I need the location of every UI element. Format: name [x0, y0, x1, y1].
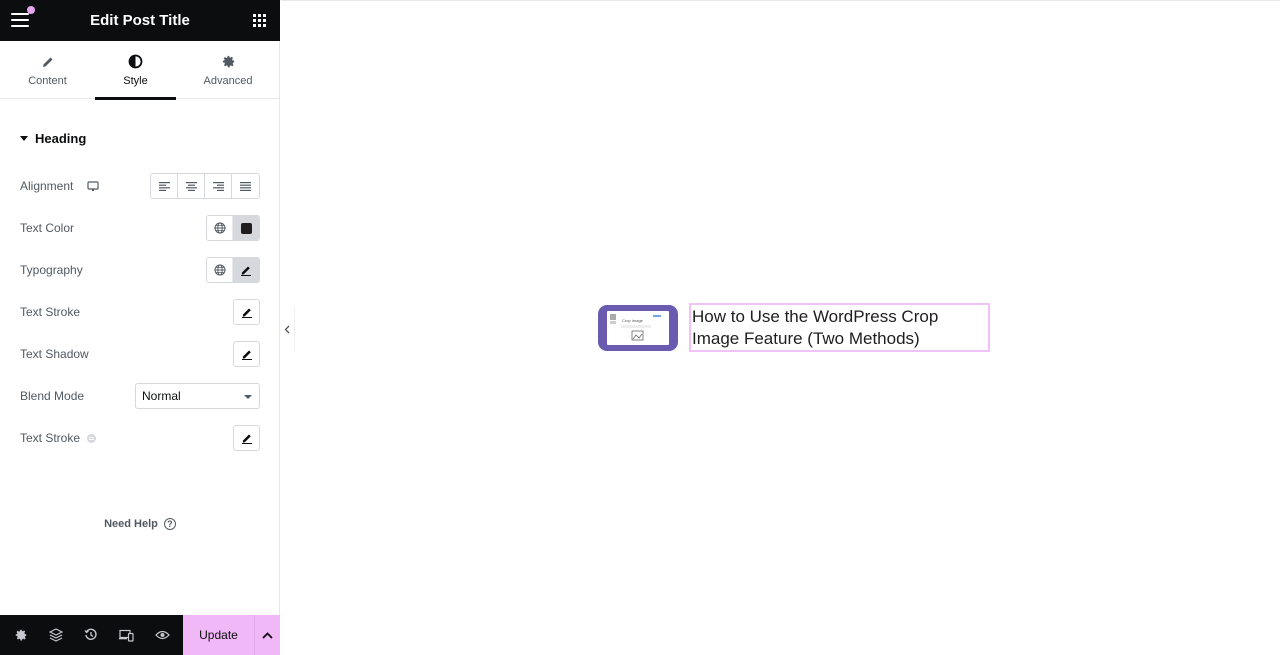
text-stroke-label: Text Stroke [20, 305, 81, 319]
pencil-icon [241, 434, 252, 444]
desktop-icon[interactable] [87, 180, 99, 192]
global-typography-button[interactable] [207, 258, 233, 282]
update-button[interactable]: Update [183, 615, 255, 655]
align-center-button[interactable] [178, 174, 205, 198]
need-help-link[interactable]: Need Help ? [0, 518, 280, 530]
blend-mode-control: Blend Mode Normal [20, 382, 260, 410]
panel-tabs: Content Style Advanced [0, 41, 280, 100]
align-right-button[interactable] [205, 174, 232, 198]
need-help-label: Need Help [104, 518, 158, 530]
panel-footer: Update [0, 615, 280, 655]
caret-down-icon [20, 136, 28, 141]
post-title-widget[interactable]: How to Use the WordPress Crop Image Feat… [689, 303, 990, 352]
align-right-icon [212, 181, 224, 191]
edit-typography-button[interactable] [233, 258, 259, 282]
panel-title: Edit Post Title [90, 12, 190, 29]
color-swatch [240, 222, 252, 234]
alignment-control: Alignment [20, 172, 260, 200]
heading-section-toggle[interactable]: Heading [20, 131, 86, 146]
app-root: Crop Image How to Use the WordPress Crop… [0, 0, 1280, 655]
text-color-control: Text Color [20, 214, 260, 242]
text-stroke-pro-control: Text Stroke [20, 424, 260, 452]
edit-text-shadow-button[interactable] [233, 341, 260, 367]
tab-content[interactable]: Content [0, 41, 95, 99]
chevron-up-icon[interactable] [255, 615, 280, 655]
chevron-left-icon [284, 325, 290, 333]
align-center-icon [185, 181, 197, 191]
alignment-options [150, 173, 260, 199]
color-swatch-button[interactable] [233, 216, 259, 240]
pencil-icon [41, 53, 55, 70]
blend-mode-value: Normal [142, 389, 181, 403]
panel-header: Edit Post Title [0, 0, 280, 41]
preview-icon[interactable] [151, 624, 173, 646]
alignment-label: Alignment [20, 179, 74, 193]
svg-text:Crop Image: Crop Image [622, 318, 644, 323]
gear-icon [221, 53, 236, 70]
editor-panel: Edit Post Title Content Style Advanced H… [0, 0, 280, 655]
thumbnail-image: Crop Image [607, 311, 669, 345]
text-color-label: Text Color [20, 221, 75, 235]
typography-control: Typography [20, 256, 260, 284]
text-stroke-control: Text Stroke [20, 298, 260, 326]
globe-icon [214, 264, 225, 276]
text-shadow-label: Text Shadow [20, 347, 89, 361]
pro-badge-icon [86, 433, 97, 444]
align-justify-icon [240, 181, 251, 191]
edit-text-stroke-button[interactable] [233, 299, 260, 325]
post-thumbnail[interactable]: Crop Image [598, 305, 678, 351]
align-left-button[interactable] [151, 174, 178, 198]
tab-style[interactable]: Style [95, 41, 176, 100]
tab-content-label: Content [28, 75, 67, 87]
question-icon: ? [163, 518, 176, 530]
tab-advanced-label: Advanced [203, 75, 253, 87]
globe-icon [214, 222, 225, 234]
text-shadow-control: Text Shadow [20, 340, 260, 368]
blend-mode-label: Blend Mode [20, 389, 85, 403]
text-stroke-pro-label: Text Stroke [20, 431, 81, 445]
half-circle-icon [128, 53, 143, 70]
hamburger-icon[interactable] [11, 13, 29, 28]
collapse-panel-button[interactable] [280, 306, 295, 352]
pencil-icon [241, 266, 251, 276]
history-icon[interactable] [80, 624, 102, 646]
align-left-icon [158, 181, 170, 191]
edit-text-stroke-pro-button[interactable] [233, 425, 260, 451]
notification-dot [27, 6, 35, 14]
tab-advanced[interactable]: Advanced [176, 41, 280, 99]
global-color-button[interactable] [207, 216, 233, 240]
apps-grid-icon[interactable] [253, 14, 266, 27]
typography-label: Typography [20, 263, 83, 277]
layers-icon[interactable] [45, 624, 67, 646]
dropdown-arrow-icon [244, 395, 252, 399]
tab-style-label: Style [123, 75, 148, 87]
settings-icon[interactable] [10, 624, 32, 646]
pencil-icon [241, 308, 252, 318]
pencil-icon [241, 350, 252, 360]
post-title-text: How to Use the WordPress Crop Image Feat… [692, 307, 939, 348]
align-justify-button[interactable] [232, 174, 259, 198]
section-title: Heading [35, 131, 87, 146]
blend-mode-select[interactable]: Normal [135, 383, 260, 409]
responsive-icon[interactable] [116, 624, 138, 646]
